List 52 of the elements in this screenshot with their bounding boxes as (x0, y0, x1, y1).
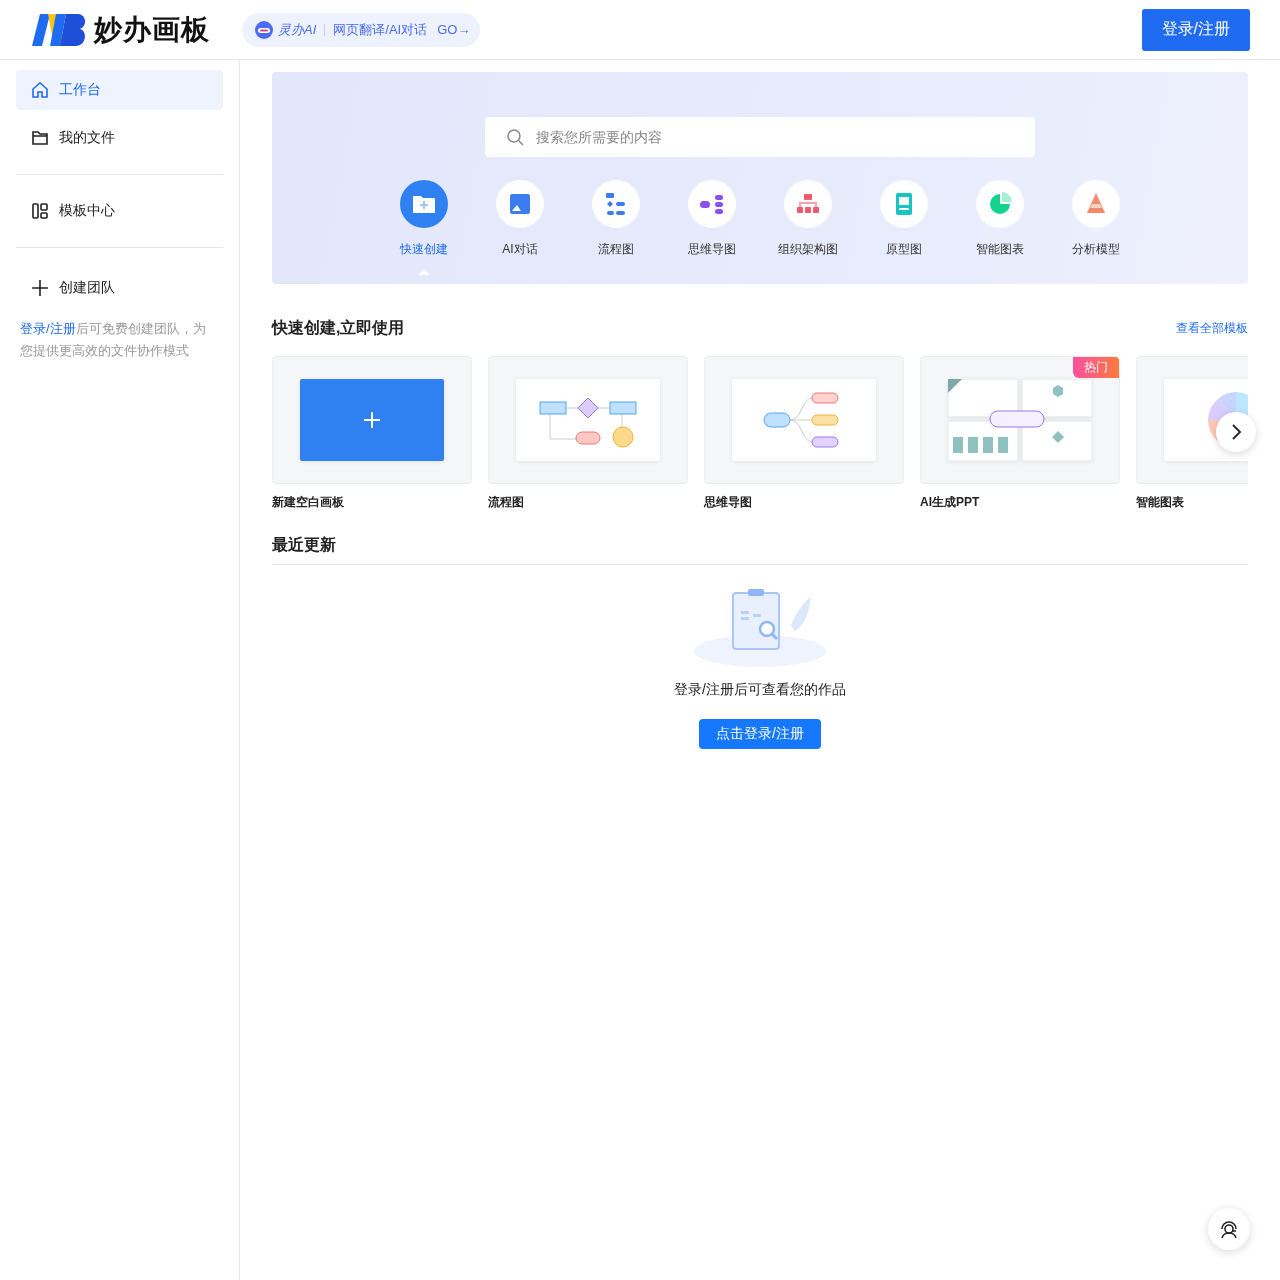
view-all-link[interactable]: 查看全部模板 (1176, 320, 1248, 337)
pointer-arrow (418, 269, 430, 275)
empty-message: 登录/注册后可查看您的作品 (674, 681, 846, 699)
plus-icon (31, 279, 49, 297)
pie-chart-icon (976, 180, 1024, 228)
tool-tab[interactable]: AI对话 (484, 180, 556, 275)
tool-tab[interactable]: 组织架构图 (772, 180, 844, 275)
template-label: 智能图表 (1136, 494, 1185, 511)
support-button[interactable] (1208, 1208, 1250, 1250)
search-icon (506, 128, 524, 146)
template-label: AI生成PPT (920, 494, 981, 511)
tool-tab[interactable]: 流程图 (580, 180, 652, 275)
create-team-button[interactable]: 创建团队 (16, 268, 223, 308)
section-title: 快速创建,立即使用 (272, 318, 405, 338)
search-field[interactable]: 搜索您所需要的内容 (485, 117, 1035, 157)
template-label: 新建空白画板 (272, 494, 345, 511)
image-icon (496, 180, 544, 228)
cone-icon (1072, 180, 1120, 228)
template-card[interactable] (272, 356, 472, 484)
sidebar-item[interactable]: 工作台 (16, 70, 223, 110)
tool-tab[interactable]: 智能图表 (964, 180, 1036, 275)
tablet-icon (880, 180, 928, 228)
tool-tab[interactable]: 快速创建 (388, 180, 460, 275)
mindmap-icon (688, 180, 736, 228)
tool-tab[interactable]: 原型图 (868, 180, 940, 275)
promo-brand: 灵办AI (278, 20, 317, 39)
robot-icon (254, 19, 274, 40)
login-button[interactable]: 登录/注册 (1141, 8, 1250, 51)
promo-banner[interactable]: 灵办AI 网页翻译/AI对话 GO→ (242, 12, 481, 47)
folder-plus-icon (400, 180, 448, 228)
login-link[interactable]: 登录/注册 (20, 321, 76, 336)
section-title: 最近更新 (272, 536, 336, 553)
team-hint: 登录/注册后可免费创建团队，为您提供更高效的文件协作模式 (19, 320, 207, 360)
headset-icon (1219, 1219, 1239, 1239)
hot-badge: 热门 (1073, 357, 1119, 378)
logo-icon (32, 13, 88, 46)
promo-go: GO→ (437, 22, 471, 37)
template-label: 思维导图 (704, 494, 753, 511)
tool-tab[interactable]: 思维导图 (676, 180, 748, 275)
sidebar-item[interactable]: 模板中心 (16, 191, 223, 231)
layout-icon (31, 202, 49, 220)
flowchart-icon (592, 180, 640, 228)
template-label: 流程图 (488, 494, 525, 511)
sidebar-item[interactable]: 我的文件 (16, 118, 223, 158)
logo-text: 妙办画板 (94, 12, 210, 47)
tool-tab[interactable]: 分析模型 (1060, 180, 1132, 275)
folder-icon (31, 129, 49, 147)
home-icon (31, 81, 49, 99)
org-chart-icon (784, 180, 832, 228)
chevron-right-icon (1230, 423, 1242, 441)
login-button[interactable]: 点击登录/注册 (699, 719, 821, 749)
promo-text: 网页翻译/AI对话 (333, 20, 428, 39)
